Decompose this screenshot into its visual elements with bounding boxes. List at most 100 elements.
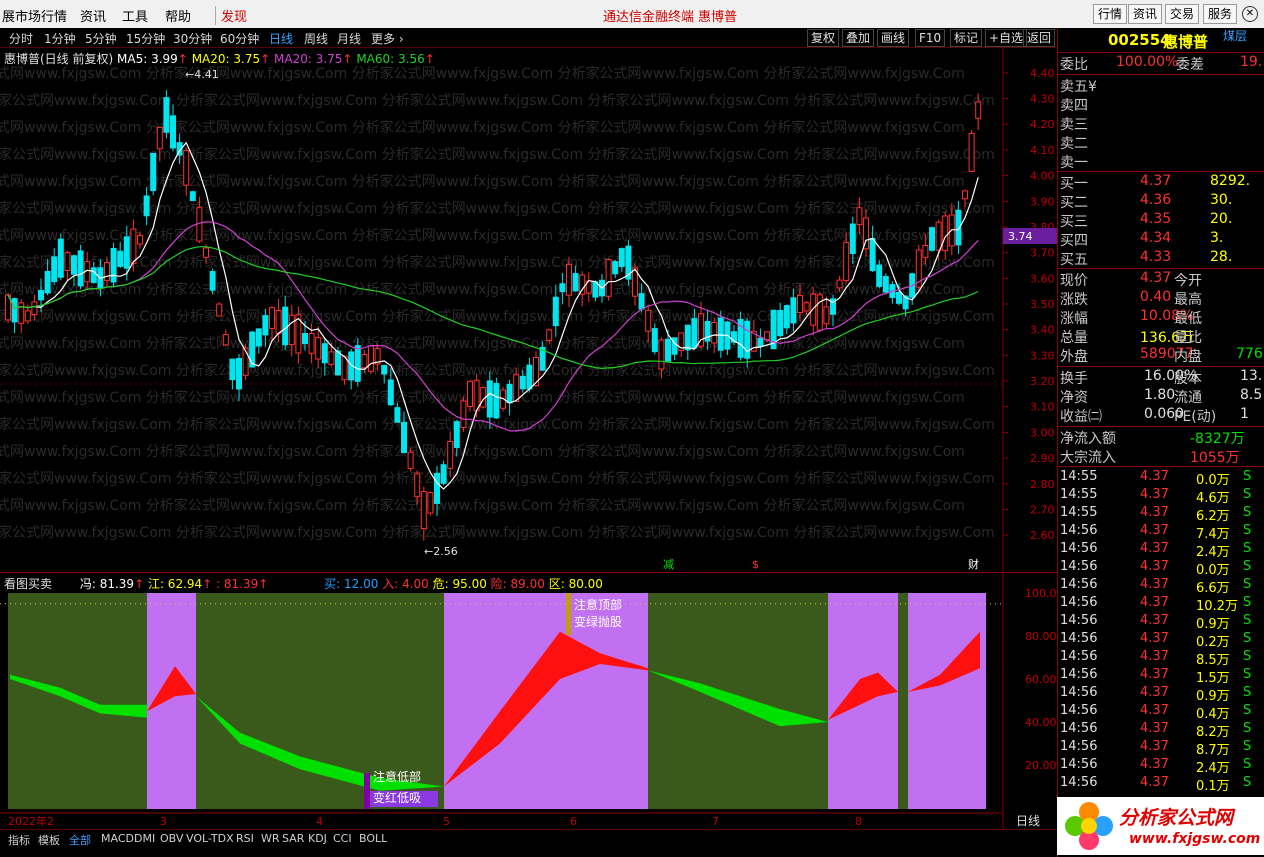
menu-help[interactable]: 帮助 [165, 6, 191, 25]
candle-body [783, 305, 790, 329]
stat-label: 流通 [1174, 390, 1202, 406]
tick-volume: 10.2万 [1196, 599, 1238, 614]
candle-body [777, 310, 784, 337]
tab-sar[interactable]: SAR [282, 832, 304, 845]
indicator-chart[interactable]: 注意顶部变绿抛股注意低部变红低吸 100.00 80.00 60.00 40.00 20.… [0, 573, 1057, 829]
period-monthly[interactable]: 月线 [337, 30, 361, 47]
quote-button[interactable]: 行情 [1093, 4, 1128, 24]
buy-level-label: 买二 [1060, 195, 1088, 211]
candle-body [302, 333, 308, 345]
tab-rsi[interactable]: RSI [236, 832, 254, 845]
tick-side: S [1243, 487, 1252, 502]
price-y-tick-label: 2.80 [1030, 478, 1055, 491]
tab-wr[interactable]: WR [261, 832, 280, 845]
menu-news[interactable]: 资讯 [80, 6, 106, 25]
add-watchlist-button[interactable]: +自选 [985, 29, 1028, 47]
tab-all[interactable]: 全部 [69, 832, 91, 848]
stat-label: 最高 [1174, 292, 1202, 308]
candle-body [229, 358, 236, 381]
news-button[interactable]: 资讯 [1128, 4, 1163, 24]
tab-vol-tdx[interactable]: VOL-TDX [186, 832, 234, 845]
period-30min[interactable]: 30分钟 [173, 30, 212, 47]
trade-button[interactable]: 交易 [1165, 4, 1200, 24]
tick-row: 14:56 4.37 0.4万 S [1060, 703, 1264, 722]
menu-discover[interactable]: 发现 [215, 6, 247, 25]
price-y-tick-label: 3.10 [1030, 401, 1055, 414]
overlay-button[interactable]: 叠加 [842, 29, 875, 47]
candle-body [321, 343, 328, 364]
tick-row: 14:56 4.37 2.4万 S [1060, 541, 1264, 560]
candle-body [381, 364, 388, 375]
sell-row: 卖三 [1060, 114, 1264, 133]
candle-body [493, 383, 500, 419]
tick-row: 14:56 4.37 8.7万 S [1060, 739, 1264, 758]
draw-button[interactable]: 画线 [877, 29, 910, 47]
buy-price: 4.34 [1140, 230, 1172, 246]
price-chart-header: 惠博普(日线 前复权) MA5: 3.99↑ MA20: 3.75↑ MA20:… [4, 52, 435, 66]
high-price-label: ←4.41 [185, 68, 219, 81]
candle-body [209, 271, 216, 291]
buy-row: 买四 4.34 3. [1060, 230, 1264, 249]
tick-side: S [1243, 541, 1252, 556]
watermark-text: 分析家公式网www.fxjgsw.Com 分析家公式网www.fxjgsw.Co… [0, 146, 995, 163]
candle-body [407, 451, 414, 470]
tab-indicator[interactable]: 指标 [8, 832, 30, 848]
restore-rights-button[interactable]: 复权 [807, 29, 840, 47]
buy-level-label: 买四 [1060, 233, 1088, 249]
tick-side: S [1243, 685, 1252, 700]
candle-body [143, 195, 150, 217]
watermark-text: 分析家公式网www.fxjgsw.Com 分析家公式网www.fxjgsw.Co… [0, 227, 965, 244]
candle-body [882, 276, 889, 293]
period-15min[interactable]: 15分钟 [126, 30, 165, 47]
period-fenshi[interactable]: 分时 [9, 30, 33, 47]
candle-body [183, 150, 190, 186]
stat-label: PE(动) [1174, 409, 1217, 425]
stat-value: 8.5 [1240, 387, 1263, 403]
buy-volume: 28. [1210, 249, 1233, 265]
tab-obv[interactable]: OBV [160, 832, 183, 845]
tab-kdj[interactable]: KDJ [308, 832, 327, 845]
f10-button[interactable]: F10 [915, 29, 946, 47]
menu-market[interactable]: 展市场行情 [2, 6, 67, 25]
service-button[interactable]: 服务 [1203, 4, 1238, 24]
tab-dmi[interactable]: DMI [134, 832, 155, 845]
period-1min[interactable]: 1分钟 [44, 30, 76, 47]
tab-boll[interactable]: BOLL [359, 832, 387, 845]
candle-body [275, 309, 282, 335]
buy-volume: 3. [1210, 230, 1224, 246]
sell-level-label: 卖四 [1060, 98, 1088, 114]
back-button[interactable]: 返回 [1023, 29, 1056, 47]
price-chart[interactable]: 分析家公式网www.fxjgsw.Com 分析家公式网www.fxjgsw.Co… [0, 48, 1057, 572]
ma60-label: MA60: 3.56 [356, 52, 425, 66]
candle-body [572, 273, 579, 292]
candle-body [137, 235, 143, 245]
period-5min[interactable]: 5分钟 [85, 30, 117, 47]
indicator-header: 看图买卖 冯: 81.39↑ 江: 62.94↑ : 81.39↑ 买: 12.… [4, 577, 603, 591]
tab-template[interactable]: 模板 [38, 832, 60, 848]
stat-value: 0.40 [1140, 289, 1172, 305]
stat-row: 换手 16.00% 股本 13. [1060, 368, 1264, 387]
sell-level-label: 卖二 [1060, 136, 1088, 152]
candle-body [31, 301, 38, 315]
candle-body [453, 421, 460, 448]
mark-button[interactable]: 标记 [950, 29, 983, 47]
period-daily[interactable]: 日线 [269, 30, 293, 47]
candle-body [427, 492, 434, 514]
price-y-tick-label: 2.90 [1030, 452, 1055, 465]
candle-body [651, 328, 658, 353]
stat-row: 涨幅 10.08% 最低 [1060, 308, 1264, 327]
tick-price: 4.37 [1140, 667, 1169, 682]
tab-cci[interactable]: CCI [333, 832, 352, 845]
candle-body [506, 383, 513, 404]
period-more[interactable]: 更多 › [371, 30, 404, 47]
period-60min[interactable]: 60分钟 [220, 30, 259, 47]
close-icon[interactable]: ✕ [1242, 6, 1258, 22]
watermark-text: 分析家公式网www.fxjgsw.Com 分析家公式网www.fxjgsw.Co… [0, 416, 995, 433]
finance-marker: 财 [968, 557, 979, 571]
site-logo: 分析家公式网 www.fxjgsw.com [1057, 797, 1264, 855]
tab-macd[interactable]: MACD [101, 832, 134, 845]
period-weekly[interactable]: 周线 [304, 30, 328, 47]
tick-volume: 0.1万 [1196, 779, 1230, 794]
menu-tools[interactable]: 工具 [122, 6, 148, 25]
candle-body [684, 324, 691, 351]
